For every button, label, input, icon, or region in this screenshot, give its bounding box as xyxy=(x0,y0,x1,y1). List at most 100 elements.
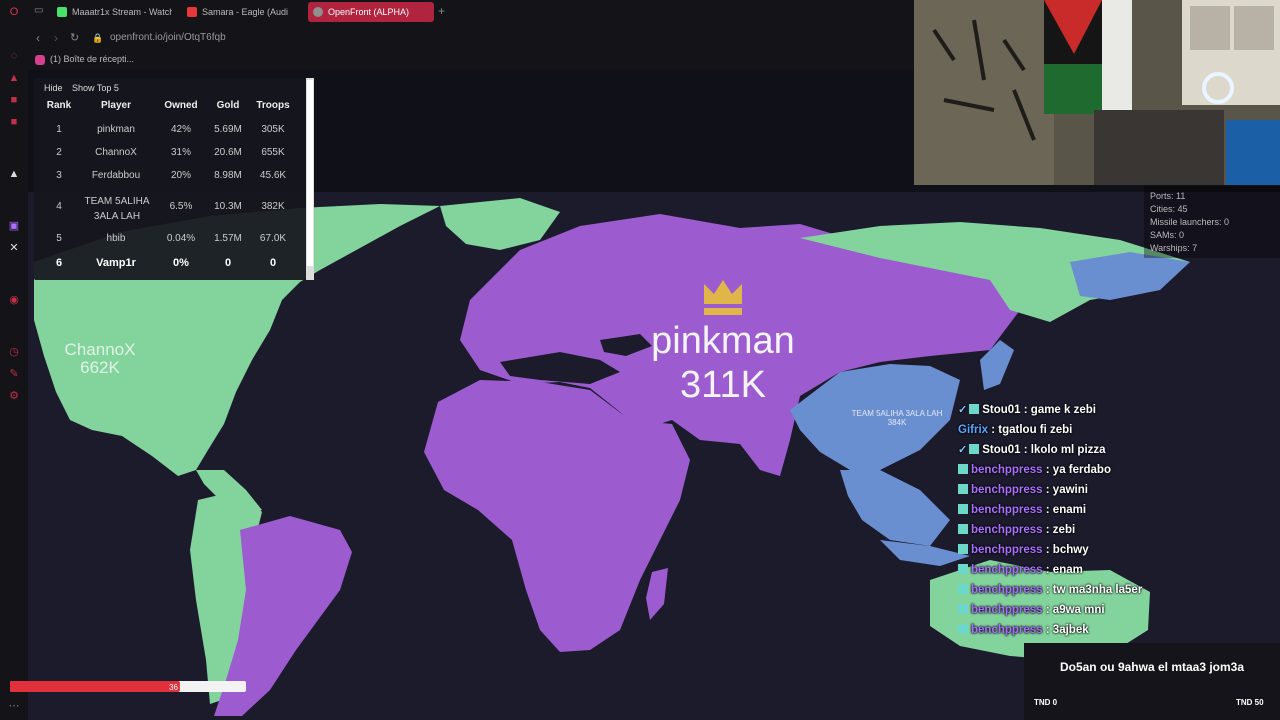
chat-user[interactable]: benchppress xyxy=(971,544,1043,556)
chat-msg: : enami xyxy=(1045,504,1087,516)
lock-icon: 🔒 xyxy=(92,33,104,43)
tab-openfront[interactable]: OpenFront (ALPHA) xyxy=(308,2,434,22)
address-bar: ‹ › ↻ 🔒 openfront.io/join/OtqT6fqb xyxy=(28,26,914,50)
opera-logo-icon[interactable]: O xyxy=(8,6,20,18)
youtube-icon xyxy=(187,7,197,17)
col-owned[interactable]: Owned xyxy=(158,100,204,111)
arc-icon[interactable]: ▲ xyxy=(8,168,20,180)
whatsapp-icon[interactable]: ■ xyxy=(8,116,20,128)
row1-gold: 5.69M xyxy=(214,124,242,135)
row3-rank: 3 xyxy=(56,170,62,181)
row4-troops: 382K xyxy=(261,201,285,212)
messenger-icon[interactable]: ■ xyxy=(8,94,20,106)
globe-icon xyxy=(313,7,323,17)
chat-user[interactable]: benchppress xyxy=(971,504,1043,516)
chat-line: Gifrix : tgatlou fi zebi xyxy=(958,422,1072,438)
tab-stream[interactable]: Maaatr1x Stream - Watch xyxy=(52,2,172,22)
row4-owned: 6.5% xyxy=(169,201,193,212)
player-icon[interactable]: ◉ xyxy=(8,294,20,306)
goal-bar-fill xyxy=(10,681,180,692)
row1-rank: 1 xyxy=(56,124,62,135)
chat-msg: : bchwy xyxy=(1045,544,1089,556)
ports-count: Ports: 11 xyxy=(1150,191,1186,201)
col-gold[interactable]: Gold xyxy=(206,100,250,111)
channox-name-label: ChannoX xyxy=(64,340,136,359)
tab-music[interactable]: Samara - Eagle (Audi xyxy=(182,2,302,22)
chat-msg: : enam xyxy=(1045,564,1083,576)
chat-badge-icon xyxy=(958,604,968,614)
row4-gold: 10.3M xyxy=(214,201,242,212)
row6-player[interactable]: Vamp1r xyxy=(80,257,152,269)
chat-msg: : tgatlou fi zebi xyxy=(991,424,1073,436)
row4-rank: 4 xyxy=(56,201,62,212)
chat-user[interactable]: Stou01 xyxy=(982,444,1020,456)
bookmark-inbox[interactable]: (1) Boîte de récepti... xyxy=(50,54,134,64)
chat-user[interactable]: benchppress xyxy=(971,624,1043,636)
row3-player[interactable]: Ferdabbou xyxy=(80,170,152,181)
chat-badge-icon xyxy=(969,444,980,454)
url-field[interactable]: openfront.io/join/OtqT6fqb xyxy=(110,32,226,43)
chat-line: benchppress : zebi xyxy=(958,522,1075,538)
warships-count: Warships: 7 xyxy=(1150,243,1198,253)
row6-rank: 6 xyxy=(55,257,63,269)
reload-icon[interactable]: ↻ xyxy=(70,31,79,44)
chat-badge-icon xyxy=(958,464,968,474)
chat-user[interactable]: benchppress xyxy=(971,604,1043,616)
forward-icon[interactable]: › xyxy=(54,31,58,45)
row4-player[interactable]: TEAM 5ALIHA 3ALA LAH xyxy=(82,194,152,224)
col-rank[interactable]: Rank xyxy=(40,100,78,111)
chat-user[interactable]: Gifrix xyxy=(958,424,988,436)
more-icon[interactable]: ⋯ xyxy=(8,700,20,712)
leaderboard-scrollbar[interactable] xyxy=(306,78,314,280)
chat-user[interactable]: benchppress xyxy=(971,524,1043,536)
chat-user[interactable]: benchppress xyxy=(971,564,1043,576)
row1-player[interactable]: pinkman xyxy=(80,124,152,135)
hide-leaderboard-button[interactable]: Hide xyxy=(44,83,63,93)
aria-icon[interactable]: ◌ xyxy=(8,50,20,62)
goal-max-label: TND 50 xyxy=(1236,698,1264,707)
row2-gold: 20.6M xyxy=(214,147,242,158)
back-icon[interactable]: ‹ xyxy=(36,31,40,45)
browser-sidebar: O ◌ ▲ ■ ■ ▲ ▣ ✕ ◉ ◷ ✎ ⚙ ⋯ xyxy=(0,0,28,720)
row2-rank: 2 xyxy=(56,147,62,158)
chat-msg: : a9wa mni xyxy=(1045,604,1105,616)
scrollbar-thumb[interactable] xyxy=(307,80,313,266)
row5-gold: 1.57M xyxy=(214,233,242,244)
extensions-icon[interactable]: ✎ xyxy=(8,368,20,380)
x-icon[interactable]: ✕ xyxy=(8,242,20,254)
show-top-button[interactable]: Show Top 5 xyxy=(72,83,119,93)
row5-troops: 67.0K xyxy=(259,233,287,244)
crypto-wallet-icon[interactable]: ▲ xyxy=(8,72,20,84)
goal-progress-bar: 36 xyxy=(10,681,246,692)
chat-user[interactable]: benchppress xyxy=(971,484,1043,496)
twitch-icon[interactable]: ▣ xyxy=(8,220,20,232)
settings-icon[interactable]: ⚙ xyxy=(8,390,20,402)
row5-owned: 0.04% xyxy=(166,233,196,244)
new-tab-icon[interactable]: + xyxy=(438,4,445,18)
col-player[interactable]: Player xyxy=(80,100,152,111)
chat-msg: : yawini xyxy=(1045,484,1088,496)
chat-line: benchppress : tw ma3nha la5er xyxy=(958,582,1142,598)
row1-owned: 42% xyxy=(170,124,191,135)
chat-badge-icon xyxy=(958,564,968,574)
tab-manager-icon[interactable]: ▭ xyxy=(34,5,43,16)
tab-stream-label: Maaatr1x Stream - Watch xyxy=(72,7,172,17)
col-troops[interactable]: Troops xyxy=(250,100,296,111)
row3-troops: 45.6K xyxy=(259,170,287,181)
row5-player[interactable]: hbib xyxy=(80,233,152,244)
row3-owned: 20% xyxy=(170,170,191,181)
webcam-overlay xyxy=(914,0,1280,185)
chat-line: benchppress : bchwy xyxy=(958,542,1089,558)
row6-owned: 0% xyxy=(173,257,189,269)
chat-line: ✓ Stou01 : game k zebi xyxy=(958,402,1096,418)
chat-user[interactable]: Stou01 xyxy=(982,404,1020,416)
webcam-image xyxy=(914,0,1280,185)
history-icon[interactable]: ◷ xyxy=(8,346,20,358)
leader-troops-label: 311K xyxy=(680,364,766,406)
chat-line: benchppress : enami xyxy=(958,502,1086,518)
row2-player[interactable]: ChannoX xyxy=(80,147,152,158)
chat-badge-icon xyxy=(958,484,968,494)
tab-openfront-label: OpenFront (ALPHA) xyxy=(328,7,410,17)
chat-user[interactable]: benchppress xyxy=(971,584,1043,596)
chat-user[interactable]: benchppress xyxy=(971,464,1043,476)
